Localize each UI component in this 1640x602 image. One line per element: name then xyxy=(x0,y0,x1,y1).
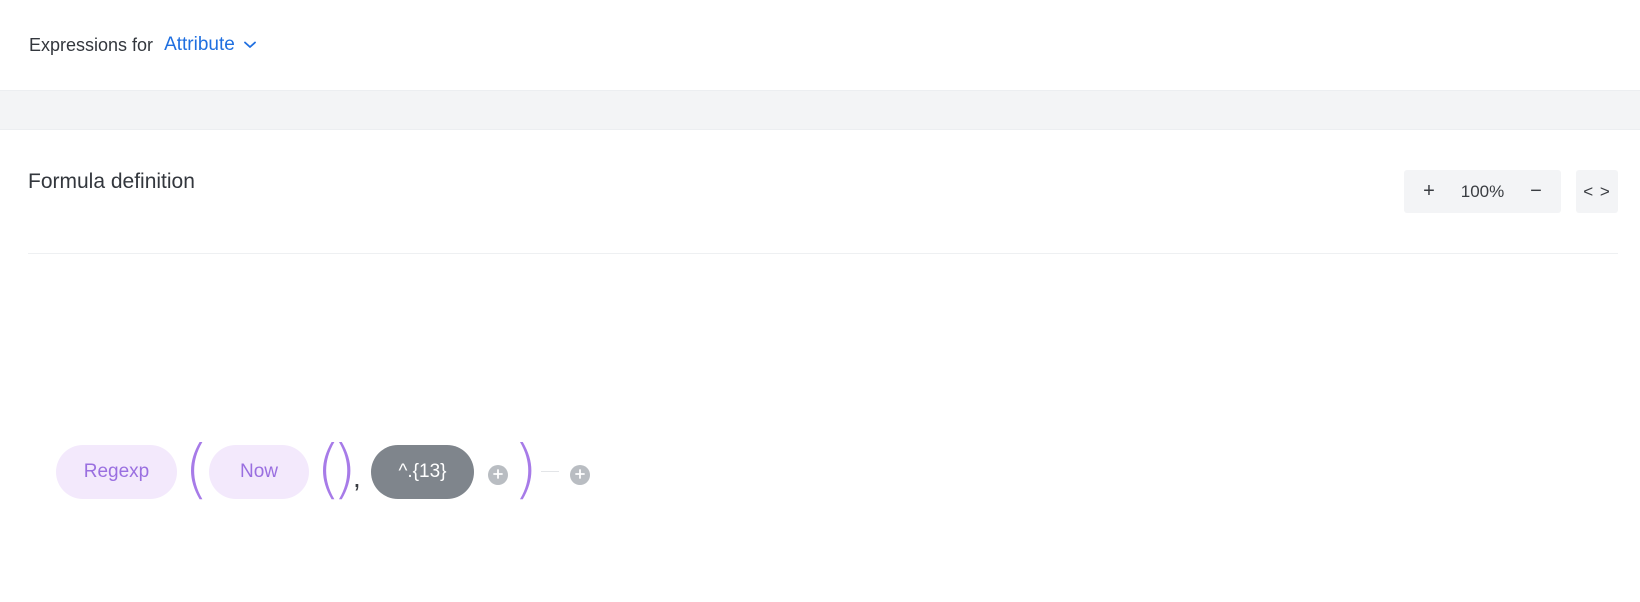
connector-line xyxy=(541,471,559,472)
section-divider xyxy=(28,253,1618,254)
zoom-out-button[interactable]: − xyxy=(1523,177,1549,207)
add-expression-button[interactable] xyxy=(570,465,590,485)
argument-comma: , xyxy=(353,462,361,493)
zoom-controls: + 100% − xyxy=(1404,170,1561,213)
open-paren: ( xyxy=(184,433,209,507)
entity-type-value: Attribute xyxy=(164,34,235,55)
plus-circle-icon xyxy=(493,466,503,484)
value-pill-regex[interactable]: ^.{13} xyxy=(371,445,474,499)
function-pill-regexp[interactable]: Regexp xyxy=(56,445,177,499)
add-argument-button[interactable] xyxy=(488,465,508,485)
expressions-for-label: Expressions for xyxy=(29,34,154,55)
entity-type-dropdown[interactable]: Attribute xyxy=(164,34,256,56)
code-view-button[interactable]: < > xyxy=(1576,170,1618,213)
function-pill-now[interactable]: Now xyxy=(209,445,309,499)
toolbar-band xyxy=(0,90,1640,130)
top-header: Expressions for Attribute xyxy=(0,0,1640,90)
chevron-down-icon xyxy=(243,41,256,49)
zoom-in-button[interactable]: + xyxy=(1416,177,1442,207)
zoom-level: 100% xyxy=(1460,181,1505,201)
close-paren: ) xyxy=(513,433,538,507)
plus-circle-icon xyxy=(575,466,585,484)
section-title: Formula definition xyxy=(28,170,195,193)
